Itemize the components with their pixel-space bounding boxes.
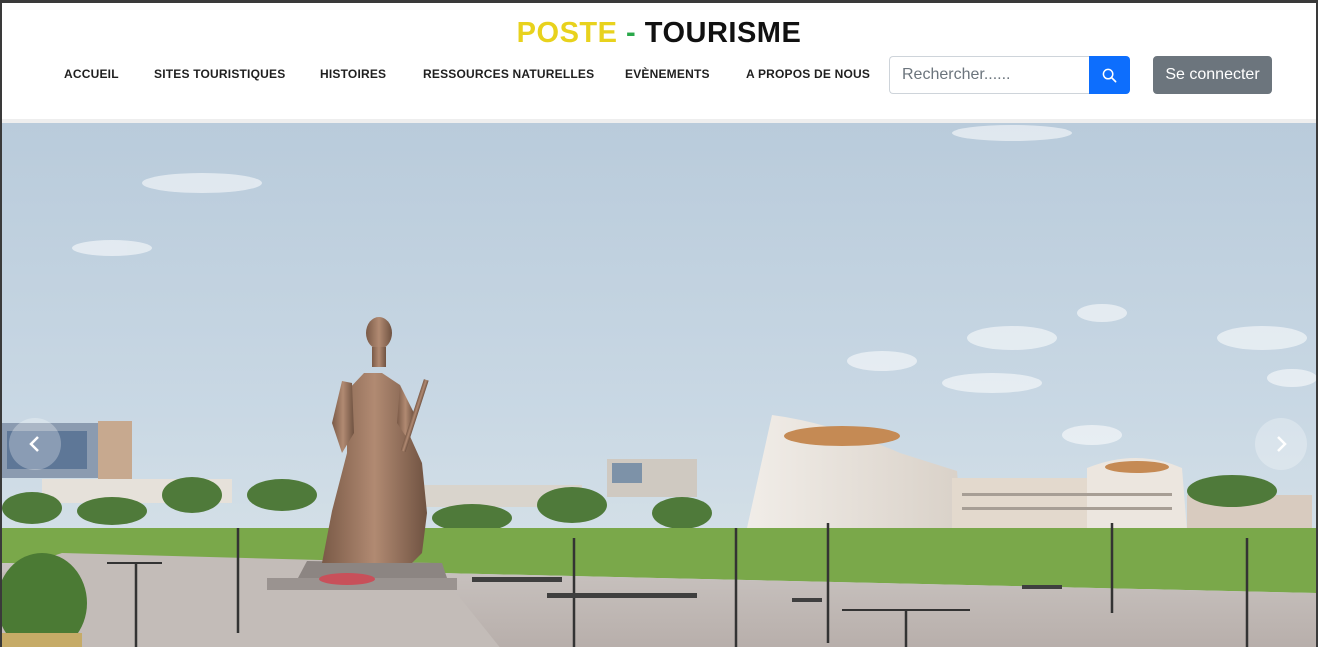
chevron-left-icon	[29, 436, 39, 452]
brand-word-tourisme: TOURISME	[644, 17, 802, 49]
nav-item-histoires[interactable]: HISTOIRES	[320, 67, 386, 81]
site-header: POSTE - TOURISME ACCUEIL SITES TOURISTIQ…	[2, 3, 1316, 121]
nav-item-evenements[interactable]: EVÈNEMENTS	[625, 67, 710, 81]
brand-separator: -	[617, 17, 645, 49]
nav-item-accueil[interactable]: ACCUEIL	[64, 67, 119, 81]
search-button[interactable]	[1089, 56, 1130, 94]
chevron-right-icon	[1277, 436, 1287, 452]
browser-viewport: POSTE - TOURISME ACCUEIL SITES TOURISTIQ…	[0, 0, 1318, 647]
hero-carousel	[2, 123, 1316, 647]
carousel-next-button[interactable]	[1255, 418, 1307, 470]
site-logo[interactable]: POSTE - TOURISME	[2, 17, 1316, 50]
nav-item-ressources-naturelles[interactable]: RESSOURCES NATURELLES	[423, 67, 594, 81]
login-button[interactable]: Se connecter	[1153, 56, 1272, 94]
brand-word-poste: POSTE	[516, 17, 618, 49]
hero-image	[2, 123, 1316, 647]
search-icon	[1102, 68, 1117, 82]
search-input[interactable]	[889, 56, 1089, 94]
nav-item-a-propos[interactable]: A PROPOS DE NOUS	[746, 67, 870, 81]
carousel-prev-button[interactable]	[9, 418, 61, 470]
nav-item-sites-touristiques[interactable]: SITES TOURISTIQUES	[154, 67, 285, 81]
